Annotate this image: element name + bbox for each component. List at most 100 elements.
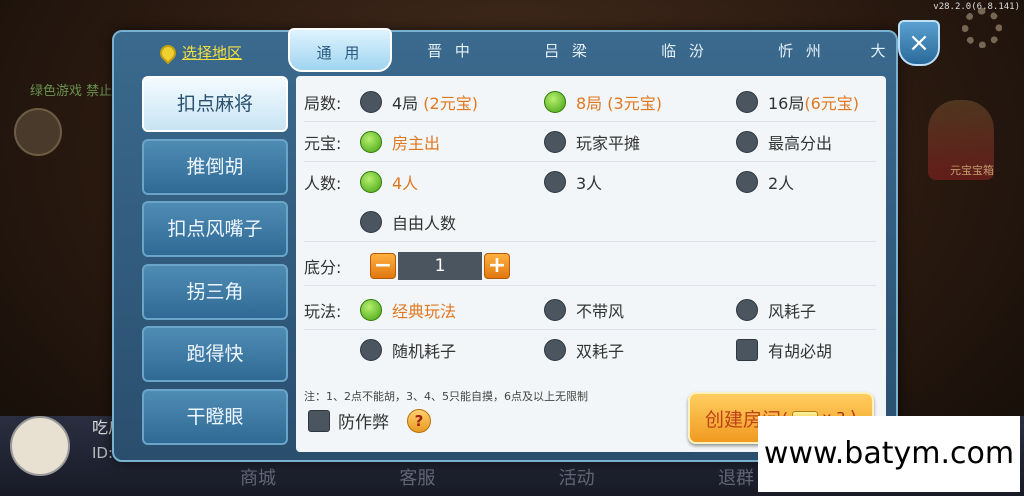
tab-jinzhong[interactable]: 晋 中 bbox=[392, 28, 509, 72]
tab-lvliang[interactable]: 吕 梁 bbox=[509, 28, 626, 72]
rounds-option-16[interactable]: 16局(6元宝) bbox=[736, 90, 859, 114]
radio-icon[interactable] bbox=[736, 90, 758, 113]
play-option-double-wild[interactable]: 双耗子 bbox=[544, 338, 624, 362]
rounds-label: 局数: bbox=[304, 93, 342, 113]
sidebar-item-guaisanjiao[interactable]: 拐三角 bbox=[142, 263, 288, 320]
payment-label: 元宝: bbox=[304, 133, 342, 153]
fortune-god-label: 元宝宝箱 bbox=[950, 164, 994, 177]
option-cost: (3元宝) bbox=[607, 93, 662, 113]
close-button[interactable]: × bbox=[898, 20, 940, 66]
nav-exit[interactable]: 退群 bbox=[718, 464, 754, 490]
option-label: 16局 bbox=[768, 93, 805, 113]
option-label: 自由人数 bbox=[392, 213, 457, 233]
play-option-no-wind[interactable]: 不带风 bbox=[544, 298, 624, 322]
checkbox-icon[interactable] bbox=[308, 409, 330, 432]
rounds-row: 局数: 4局 (2元宝) 8局 (3元宝) 16局(6元宝) bbox=[304, 82, 876, 122]
base-score-value: 1 bbox=[398, 251, 482, 280]
payment-option-split[interactable]: 玩家平摊 bbox=[544, 130, 640, 154]
radio-icon[interactable] bbox=[736, 298, 758, 321]
option-label: 最高分出 bbox=[768, 133, 833, 153]
payment-option-host[interactable]: 房主出 bbox=[360, 130, 440, 154]
rounds-option-4[interactable]: 4局 (2元宝) bbox=[360, 90, 478, 114]
radio-icon[interactable] bbox=[360, 339, 382, 361]
nav-activity[interactable]: 活动 bbox=[559, 464, 595, 490]
radio-icon[interactable] bbox=[544, 339, 566, 361]
nav-shop[interactable]: 商城 bbox=[240, 464, 276, 490]
tab-linfen[interactable]: 临 汾 bbox=[626, 28, 743, 72]
radio-icon[interactable] bbox=[360, 210, 382, 233]
option-label: 有胡必胡 bbox=[768, 342, 833, 361]
rules-panel: 局数: 4局 (2元宝) 8局 (3元宝) 16局(6元宝) 元宝: 房主出 玩… bbox=[296, 76, 886, 452]
plus-button[interactable]: + bbox=[484, 252, 510, 279]
region-label[interactable]: 选择地区 bbox=[182, 42, 242, 63]
players-row-2: 自由人数 bbox=[304, 202, 876, 242]
anticheat-label: 防作弊 bbox=[338, 413, 389, 433]
option-label: 风耗子 bbox=[768, 301, 817, 321]
option-label: 8局 bbox=[576, 93, 603, 113]
option-cost: (6元宝) bbox=[804, 93, 860, 113]
radio-selected-icon[interactable] bbox=[360, 130, 382, 153]
play-row: 玩法: 经典玩法 不带风 风耗子 bbox=[304, 290, 876, 330]
play-label: 玩法: bbox=[304, 301, 342, 321]
rules-note: 注：1、2点不能胡，3、4、5只能自摸，6点及以上无限制 bbox=[304, 390, 588, 403]
option-label: 4局 bbox=[392, 93, 419, 113]
players-row: 人数: 4人 3人 2人 bbox=[304, 162, 876, 202]
payment-option-winner[interactable]: 最高分出 bbox=[736, 130, 832, 154]
region-selector[interactable]: 选择地区 bbox=[156, 41, 242, 64]
play-option-must-win[interactable]: 有胡必胡 bbox=[736, 338, 832, 362]
play-option-random-wild[interactable]: 随机耗子 bbox=[360, 338, 456, 362]
location-pin-icon bbox=[156, 41, 180, 64]
payment-row: 元宝: 房主出 玩家平摊 最高分出 bbox=[304, 122, 876, 162]
gear-icon[interactable] bbox=[962, 8, 1002, 48]
radio-selected-icon[interactable] bbox=[360, 298, 382, 321]
sidebar-item-koudian-fengzuizi[interactable]: 扣点风嘴子 bbox=[142, 201, 288, 257]
players-option-2[interactable]: 2人 bbox=[736, 170, 794, 194]
radio-selected-icon[interactable] bbox=[544, 90, 566, 113]
notice-text: 绿色游戏 禁止 bbox=[30, 84, 113, 99]
minus-button[interactable]: − bbox=[370, 252, 396, 279]
radio-icon[interactable] bbox=[736, 171, 758, 193]
avatar[interactable] bbox=[10, 416, 70, 476]
radio-icon[interactable] bbox=[544, 298, 566, 321]
base-score-stepper: − 1 + bbox=[370, 251, 510, 280]
checkbox-icon[interactable] bbox=[736, 339, 758, 361]
play-option-classic[interactable]: 经典玩法 bbox=[360, 298, 456, 322]
help-icon[interactable]: ? bbox=[407, 408, 431, 433]
radio-icon[interactable] bbox=[736, 130, 758, 153]
anticheat-option[interactable]: 防作弊 ? bbox=[308, 408, 431, 433]
option-cost: (2元宝) bbox=[423, 93, 478, 113]
players-label: 人数: bbox=[304, 174, 342, 193]
sidebar-item-koudian-majiang[interactable]: 扣点麻将 bbox=[142, 76, 288, 132]
radio-selected-icon[interactable] bbox=[360, 171, 382, 193]
option-label: 随机耗子 bbox=[392, 342, 457, 361]
sidebar-item-gandengyan[interactable]: 干瞪眼 bbox=[142, 388, 288, 445]
play-row-2: 随机耗子 双耗子 有胡必胡 bbox=[304, 330, 876, 370]
players-option-3[interactable]: 3人 bbox=[544, 170, 602, 194]
option-label: 3人 bbox=[576, 174, 603, 193]
option-label: 2人 bbox=[768, 174, 795, 193]
option-label: 玩家平摊 bbox=[576, 133, 641, 153]
option-label: 房主出 bbox=[392, 133, 441, 153]
option-label: 经典玩法 bbox=[392, 301, 457, 321]
play-option-wind-wild[interactable]: 风耗子 bbox=[736, 298, 816, 322]
players-option-free[interactable]: 自由人数 bbox=[360, 210, 456, 234]
tab-general[interactable]: 通 用 bbox=[288, 28, 392, 72]
option-label: 4人 bbox=[392, 174, 419, 193]
players-option-4[interactable]: 4人 bbox=[360, 170, 418, 194]
tab-datong[interactable]: 大 bbox=[860, 28, 900, 72]
rounds-option-8[interactable]: 8局 (3元宝) bbox=[544, 90, 662, 114]
game-type-sidebar: 扣点麻将 推倒胡 扣点风嘴子 拐三角 跑得快 干瞪眼 bbox=[142, 76, 288, 451]
stamp-icon bbox=[14, 108, 62, 156]
tab-xinzhou[interactable]: 忻 州 bbox=[743, 28, 860, 72]
radio-icon[interactable] bbox=[544, 130, 566, 153]
sidebar-item-tuidaohu[interactable]: 推倒胡 bbox=[142, 138, 288, 195]
radio-icon[interactable] bbox=[544, 171, 566, 193]
option-label: 不带风 bbox=[576, 301, 625, 321]
base-score-row: 底分: − 1 + bbox=[304, 246, 876, 286]
region-tabs: 通 用 晋 中 吕 梁 临 汾 忻 州 大 bbox=[288, 28, 900, 72]
option-label: 双耗子 bbox=[576, 342, 625, 361]
nav-service[interactable]: 客服 bbox=[399, 464, 435, 490]
radio-icon[interactable] bbox=[360, 90, 382, 113]
bottom-nav: 商城 客服 活动 退群 bbox=[240, 464, 754, 490]
sidebar-item-paodekuai[interactable]: 跑得快 bbox=[142, 326, 288, 382]
